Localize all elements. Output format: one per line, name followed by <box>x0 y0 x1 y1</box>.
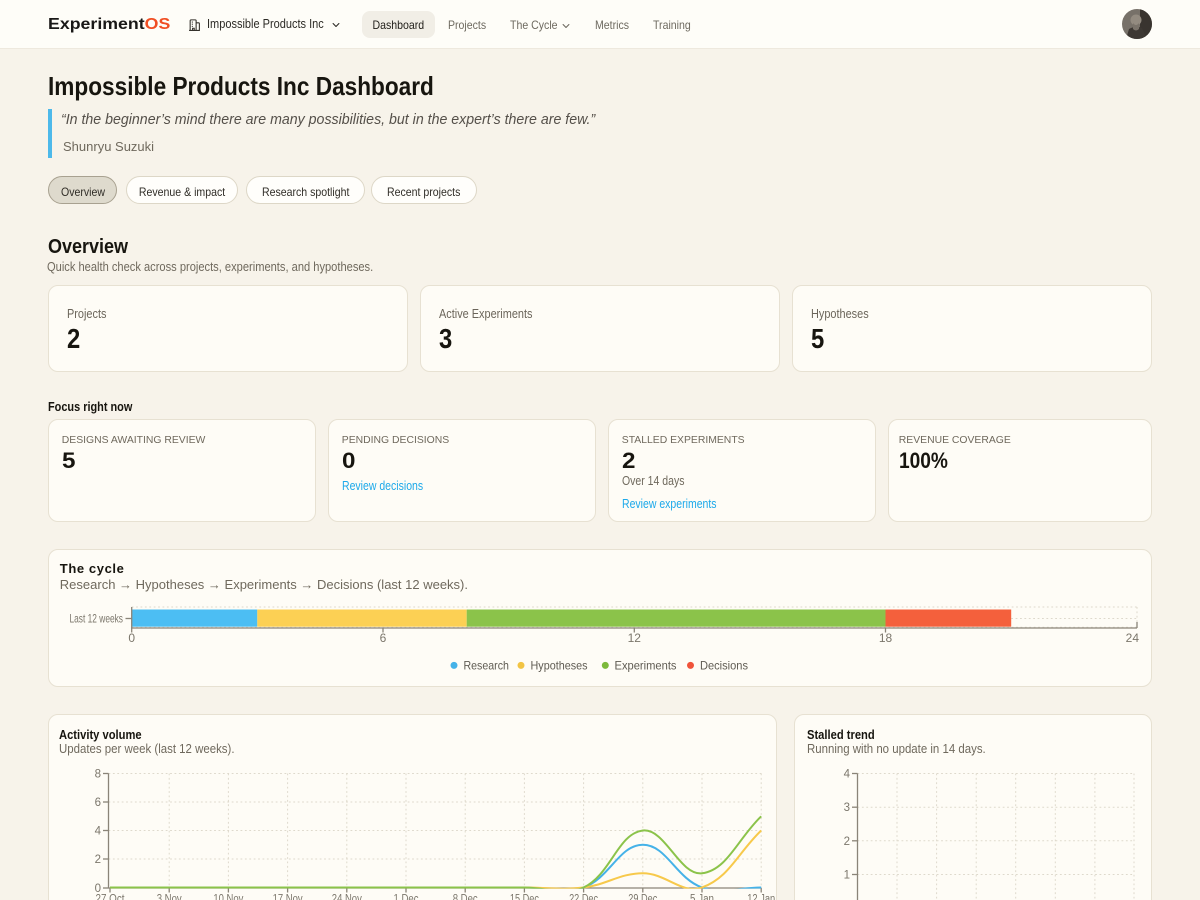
svg-text:Last 12 weeks: Last 12 weeks <box>70 612 124 626</box>
svg-text:3: 3 <box>844 802 850 814</box>
svg-text:2: 2 <box>95 854 101 866</box>
svg-text:15 Dec: 15 Dec <box>510 893 539 900</box>
svg-text:18: 18 <box>879 631 893 645</box>
svg-text:5 Jan: 5 Jan <box>690 893 714 900</box>
svg-text:3 Nov: 3 Nov <box>157 893 182 900</box>
svg-text:4: 4 <box>95 825 102 837</box>
svg-text:27 Oct: 27 Oct <box>96 893 126 900</box>
svg-text:4: 4 <box>844 768 851 780</box>
svg-text:Hypotheses: Hypotheses <box>531 659 588 673</box>
svg-text:22 Dec: 22 Dec <box>569 893 598 900</box>
svg-text:Research: Research <box>464 659 509 673</box>
svg-text:Decisions: Decisions <box>700 659 748 673</box>
svg-text:Experiments: Experiments <box>615 659 677 673</box>
svg-text:2: 2 <box>844 835 850 847</box>
svg-text:10 Nov: 10 Nov <box>213 893 243 900</box>
svg-text:8: 8 <box>95 768 101 780</box>
svg-text:6: 6 <box>380 631 387 645</box>
svg-text:29 Dec: 29 Dec <box>628 893 657 900</box>
svg-text:12: 12 <box>628 631 642 645</box>
svg-text:6: 6 <box>95 797 101 809</box>
svg-text:0: 0 <box>128 631 135 645</box>
svg-text:24 Nov: 24 Nov <box>332 893 362 900</box>
svg-text:1 Dec: 1 Dec <box>394 893 419 900</box>
svg-text:12 Jan: 12 Jan <box>747 893 775 900</box>
svg-text:17 Nov: 17 Nov <box>273 893 303 900</box>
svg-text:1: 1 <box>844 869 850 881</box>
svg-text:8 Dec: 8 Dec <box>453 893 478 900</box>
svg-text:24: 24 <box>1126 631 1140 645</box>
